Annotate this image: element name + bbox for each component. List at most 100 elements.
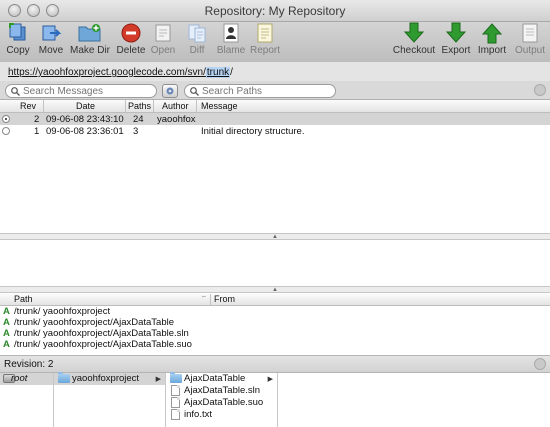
log-author: yaoohfox: [157, 114, 196, 125]
column-header-author[interactable]: Author: [162, 101, 189, 111]
splitter-grip-icon: ▲: [272, 287, 278, 293]
import-button[interactable]: Import: [474, 22, 510, 62]
export-icon: [445, 22, 467, 43]
message-splitter[interactable]: ▲: [0, 286, 550, 293]
log-paths-count: 24: [133, 114, 144, 125]
report-button[interactable]: Report: [247, 22, 283, 62]
output-label: Output: [514, 45, 546, 56]
path-action: A: [3, 306, 10, 317]
folder-icon: [58, 372, 70, 383]
blame-icon: [223, 23, 239, 43]
delete-button[interactable]: Delete: [113, 22, 149, 62]
title-bar: Repository: My Repository: [0, 0, 550, 22]
path-row[interactable]: A /trunk/ yaoohfoxproject: [0, 306, 550, 317]
log-row-radio[interactable]: [2, 115, 10, 123]
repository-browser: root yaoohfoxproject ▶ AjaxDataTable ▶ A…: [0, 372, 550, 427]
browser-item-project[interactable]: yaoohfoxproject ▶: [54, 372, 165, 385]
diff-button[interactable]: Diff: [179, 22, 215, 62]
blame-button[interactable]: Blame: [213, 22, 249, 62]
paths-table: A /trunk/ yaoohfoxproject A /trunk/ yaoo…: [0, 306, 550, 350]
column-header-path[interactable]: Path: [14, 294, 33, 304]
path-row[interactable]: A /trunk/ yaoohfoxproject/AjaxDataTable.…: [0, 339, 550, 350]
browser-column-contents: AjaxDataTable ▶ AjaxDataTable.sln AjaxDa…: [166, 372, 278, 427]
paths-table-header: Path ⇔ From: [0, 294, 550, 306]
browser-column-project: yaoohfoxproject ▶: [54, 372, 166, 427]
revision-bar: Revision: 2: [0, 355, 550, 373]
log-date: 09-06-08 23:36:01: [46, 126, 124, 137]
search-bar: [0, 81, 550, 100]
log-message: Initial directory structure.: [201, 126, 305, 137]
checkout-icon: [403, 22, 425, 43]
report-icon: [257, 23, 273, 43]
browser-item-root[interactable]: root: [0, 373, 53, 385]
refresh-browser-button[interactable]: [534, 358, 546, 370]
window-title: Repository: My Repository: [204, 4, 346, 18]
column-header-rev[interactable]: Rev: [20, 101, 36, 111]
import-icon: [481, 23, 503, 44]
log-splitter[interactable]: ▲: [0, 233, 550, 240]
log-row[interactable]: 1 09-06-08 23:36:01 3 Initial directory …: [0, 125, 550, 137]
search-paths-input[interactable]: [202, 85, 342, 97]
path-row[interactable]: A /trunk/ yaoohfoxproject/AjaxDataTable: [0, 317, 550, 328]
disclosure-arrow-icon: ▶: [155, 376, 161, 383]
path-row[interactable]: A /trunk/ yaoohfoxproject/AjaxDataTable.…: [0, 328, 550, 339]
move-button[interactable]: Move: [33, 22, 69, 62]
column-header-date[interactable]: Date: [76, 101, 95, 111]
repository-url-bar: https://yaoohfoxproject.googlecode.com/s…: [0, 62, 550, 81]
search-options-button[interactable]: [162, 84, 178, 98]
search-icon: [11, 87, 20, 96]
checkout-button[interactable]: Checkout: [393, 22, 435, 62]
search-paths-field[interactable]: [184, 84, 342, 98]
repository-url[interactable]: https://yaoohfoxproject.googlecode.com/s…: [8, 67, 233, 78]
path-value: /trunk/ yaoohfoxproject/AjaxDataTable.sl…: [14, 328, 189, 339]
search-messages-input[interactable]: [23, 85, 163, 97]
log-row-radio[interactable]: [2, 127, 10, 135]
column-header-message[interactable]: Message: [201, 101, 238, 111]
search-icon: [190, 87, 199, 96]
log-row[interactable]: 2 09-06-08 23:43:10 24 yaoohfox: [0, 113, 550, 125]
column-header-paths[interactable]: Paths: [128, 101, 151, 111]
toolbar: Copy Move Make Dir Delete Open Diff Blam…: [0, 22, 550, 62]
log-date: 09-06-08 23:43:10: [46, 114, 124, 125]
copy-button[interactable]: Copy: [0, 22, 36, 62]
revision-value: 2: [47, 359, 54, 370]
log-table-header: Rev Date Paths Author Message: [0, 100, 550, 113]
browser-item-label: AjaxDataTable.sln: [184, 385, 261, 396]
revision-label: Revision: 2: [4, 359, 54, 370]
path-action: A: [3, 339, 10, 350]
log-message-view[interactable]: [0, 242, 550, 286]
browser-item[interactable]: AjaxDataTable.sln: [166, 385, 277, 397]
refresh-log-button[interactable]: [534, 84, 546, 96]
url-selected-segment[interactable]: trunk: [205, 67, 231, 78]
open-button[interactable]: Open: [145, 22, 181, 62]
export-button[interactable]: Export: [438, 22, 474, 62]
path-action: A: [3, 328, 10, 339]
browser-item[interactable]: AjaxDataTable ▶: [166, 372, 277, 385]
column-header-from[interactable]: From: [214, 294, 235, 304]
move-icon: [42, 25, 62, 41]
path-value: /trunk/ yaoohfoxproject/AjaxDataTable.su…: [14, 339, 192, 350]
output-button[interactable]: Output: [512, 22, 548, 62]
url-suffix: /: [230, 67, 233, 78]
file-icon: [171, 385, 180, 396]
browser-item-label: info.txt: [184, 409, 212, 420]
browser-column-root: root: [0, 373, 54, 427]
file-icon: [171, 397, 180, 408]
sort-arrow-icon: ⇔: [201, 294, 207, 300]
url-prefix[interactable]: https://yaoohfoxproject.googlecode.com/s…: [8, 67, 206, 78]
make-dir-icon: [78, 24, 101, 42]
browser-item[interactable]: AjaxDataTable.suo: [166, 397, 277, 409]
browser-item-label: AjaxDataTable.suo: [184, 397, 264, 408]
browser-item[interactable]: info.txt: [166, 409, 277, 421]
make-dir-button[interactable]: Make Dir: [70, 22, 110, 62]
gear-icon: [166, 87, 174, 95]
path-value: /trunk/ yaoohfoxproject: [14, 306, 111, 317]
browser-item-label: AjaxDataTable: [184, 373, 246, 384]
file-icon: [171, 409, 180, 420]
log-table: 2 09-06-08 23:43:10 24 yaoohfox 1 09-06-…: [0, 113, 550, 233]
folder-icon: [170, 372, 182, 383]
output-icon: [522, 23, 538, 43]
path-value: /trunk/ yaoohfoxproject/AjaxDataTable: [14, 317, 175, 328]
search-messages-field[interactable]: [5, 84, 163, 98]
delete-icon: [121, 23, 141, 43]
